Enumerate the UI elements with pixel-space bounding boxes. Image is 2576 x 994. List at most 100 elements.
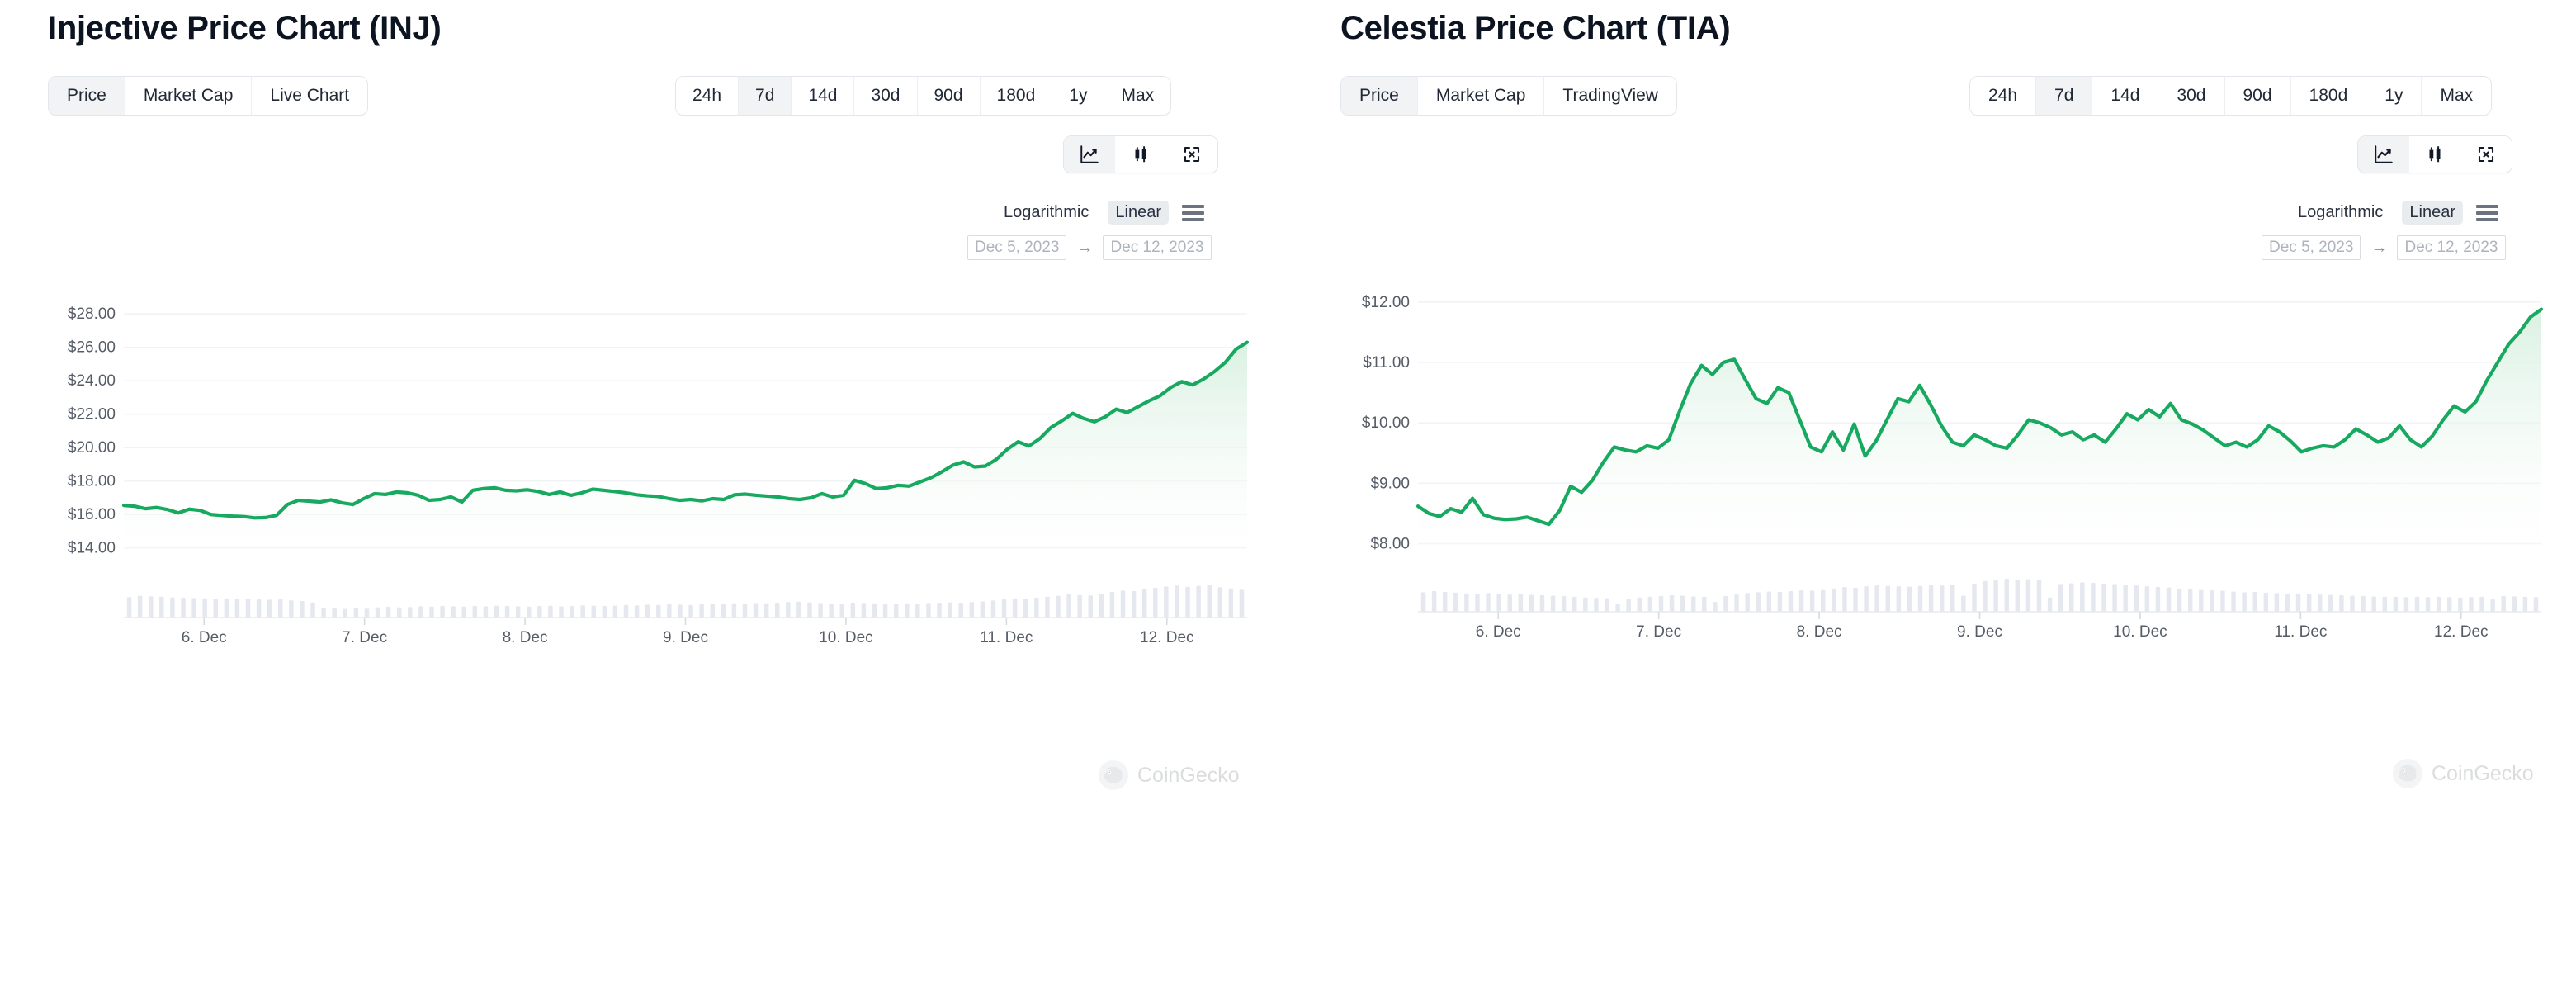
range-30d[interactable]: 30d <box>854 77 918 115</box>
volume-bar <box>1637 597 1642 612</box>
volume-bar <box>872 603 877 618</box>
range-1y[interactable]: 1y <box>1052 77 1105 115</box>
volume-bar <box>2177 588 2182 612</box>
fullscreen-icon-celestia[interactable] <box>2460 136 2512 173</box>
volume-bar <box>1626 599 1631 612</box>
range-max-celestia[interactable]: Max <box>2422 77 2492 115</box>
range-180d[interactable]: 180d <box>980 77 1053 115</box>
tab-price-celestia[interactable]: Price <box>1341 77 1418 115</box>
hamburger-menu-icon-celestia[interactable] <box>2474 203 2500 223</box>
volume-bar <box>1713 602 1718 612</box>
volume-bar <box>969 602 975 618</box>
y-axis-tick-label: $28.00 <box>68 305 116 323</box>
date-to-input[interactable]: Dec 12, 2023 <box>1103 235 1212 260</box>
volume-bar <box>2112 584 2117 612</box>
volume-bar <box>321 608 326 618</box>
price-area-fill <box>1418 309 2541 561</box>
tab-tradingview[interactable]: TradingView <box>1544 77 1676 115</box>
volume-bar <box>786 602 791 618</box>
volume-bar <box>926 603 931 618</box>
scale-linear[interactable]: Linear <box>1108 201 1169 225</box>
volume-bar <box>2469 597 2474 612</box>
date-range-arrow: → <box>1076 238 1094 257</box>
date-from-input-celestia[interactable]: Dec 5, 2023 <box>2262 235 2361 260</box>
volume-bar <box>2058 584 2063 612</box>
volume-bar <box>1798 590 1804 612</box>
volume-bar <box>148 596 154 618</box>
x-axis-tick-label: 12. Dec <box>2434 623 2488 641</box>
candlestick-icon[interactable] <box>1115 136 1166 173</box>
volume-bar <box>742 604 748 618</box>
tab-market-cap-celestia[interactable]: Market Cap <box>1417 77 1545 115</box>
range-24h[interactable]: 24h <box>676 77 740 115</box>
date-to-input-celestia[interactable]: Dec 12, 2023 <box>2397 235 2506 260</box>
volume-bar <box>1702 596 1707 612</box>
range-7d-celestia[interactable]: 7d <box>2036 77 2093 115</box>
volume-bar <box>1550 595 1556 612</box>
volume-bar <box>364 608 370 618</box>
volume-bar <box>1131 591 1137 618</box>
range-7d[interactable]: 7d <box>739 77 792 115</box>
time-range-group: 24h 7d 14d 30d 90d 180d 1y Max <box>675 76 1172 116</box>
volume-bar <box>1077 594 1082 618</box>
volume-bar <box>1777 591 1783 612</box>
volume-bar <box>1896 586 1902 612</box>
coingecko-logo-icon <box>1098 760 1129 791</box>
tab-market-cap[interactable]: Market Cap <box>125 77 253 115</box>
range-90d[interactable]: 90d <box>917 77 981 115</box>
volume-bar <box>2101 583 2106 612</box>
volume-bar <box>1605 598 1609 612</box>
time-range-group-celestia: 24h 7d 14d 30d 90d 180d 1y Max <box>1969 76 2493 116</box>
volume-bar <box>2447 597 2452 612</box>
range-14d[interactable]: 14d <box>792 77 855 115</box>
chart-type-group <box>1063 135 1218 173</box>
line-chart-icon-celestia[interactable] <box>2358 136 2409 173</box>
x-axis-tick-label: 10. Dec <box>2113 623 2167 641</box>
volume-bar <box>1561 595 1567 612</box>
line-chart-icon[interactable] <box>1064 136 1115 173</box>
scale-logarithmic-celestia[interactable]: Logarithmic <box>2290 201 2390 225</box>
volume-bar <box>1045 596 1050 618</box>
scale-control-row-celestia: Logarithmic Linear <box>2290 201 2500 225</box>
volume-bar <box>396 607 402 618</box>
metric-tab-group: Price Market Cap Live Chart <box>48 76 369 116</box>
hamburger-menu-icon[interactable] <box>1180 203 1206 223</box>
range-max[interactable]: Max <box>1104 77 1171 115</box>
range-1y-celestia[interactable]: 1y <box>2366 77 2422 115</box>
scale-logarithmic[interactable]: Logarithmic <box>996 201 1096 225</box>
date-from-input[interactable]: Dec 5, 2023 <box>967 235 1067 260</box>
price-chart-injective[interactable]: $28.00 $26.00 $24.00 $22.00 $20.00 $18.00 $16.… <box>48 289 1249 949</box>
candlestick-icon-celestia[interactable] <box>2409 136 2460 173</box>
volume-bar <box>2317 594 2323 612</box>
tab-price[interactable]: Price <box>49 77 125 115</box>
range-90d-celestia[interactable]: 90d <box>2224 77 2291 115</box>
tab-live-chart[interactable]: Live Chart <box>252 77 368 115</box>
volume-bar <box>1023 599 1028 618</box>
volume-bar <box>1864 586 1869 612</box>
volume-bar <box>2533 597 2539 612</box>
volume-bar <box>570 606 574 618</box>
range-24h-celestia[interactable]: 24h <box>1970 77 2037 115</box>
volume-bar <box>2263 592 2269 612</box>
volume-bar <box>472 606 478 618</box>
range-30d-celestia[interactable]: 30d <box>2158 77 2225 115</box>
volume-bar <box>256 599 262 618</box>
volume-bar <box>2123 585 2128 612</box>
volume-bar <box>1034 598 1039 618</box>
volume-bar <box>1572 596 1577 612</box>
range-14d-celestia[interactable]: 14d <box>2092 77 2159 115</box>
coingecko-watermark-text-celestia: CoinGecko <box>2432 761 2534 785</box>
volume-bar <box>678 604 683 618</box>
scale-linear-celestia[interactable]: Linear <box>2402 201 2463 225</box>
x-axis-tick-label: 9. Dec <box>663 629 708 646</box>
volume-bar <box>623 604 629 618</box>
volume-bar <box>1594 598 1599 612</box>
date-range-arrow-celestia: → <box>2370 238 2388 257</box>
volume-bar <box>137 595 143 618</box>
volume-bar <box>515 606 521 618</box>
volume-bar <box>829 603 834 618</box>
price-chart-celestia[interactable]: $12.00 $11.00 $10.00 $9.00 $8.00 6. Dec 7. Dec… <box>1342 285 2543 949</box>
volume-bar <box>1874 585 1879 612</box>
fullscreen-icon[interactable] <box>1166 136 1217 173</box>
range-180d-celestia[interactable]: 180d <box>2290 77 2367 115</box>
